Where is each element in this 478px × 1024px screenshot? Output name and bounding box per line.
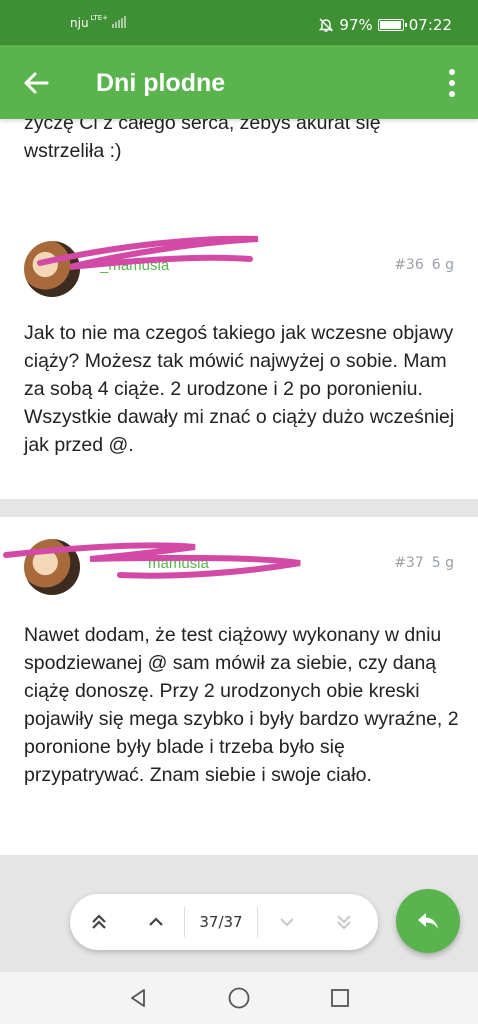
network-type: LTE+ bbox=[90, 14, 109, 22]
nav-recents-button[interactable] bbox=[326, 984, 354, 1012]
post-card-37: mamusia #37 5 g Nawet dodam, że test ciąż… bbox=[0, 517, 478, 855]
page-indicator[interactable]: 37/37 bbox=[185, 913, 257, 931]
carrier-info: nju LTE+ bbox=[70, 14, 127, 30]
post-list[interactable]: życzę Ci z całego serca, żebyś akurat si… bbox=[0, 119, 478, 972]
status-bar: nju LTE+ 97% 07:22 bbox=[0, 0, 478, 45]
status-indicators: 97% 07:22 bbox=[318, 16, 452, 34]
post-meta: #36 6 g bbox=[394, 257, 454, 273]
carrier-name: nju bbox=[70, 16, 89, 30]
post-author[interactable]: _mamusia bbox=[100, 257, 169, 274]
post-age: 5 g bbox=[431, 555, 454, 571]
post-text: Jak to nie ma czegoś takiego jak wczesne… bbox=[24, 322, 455, 456]
post-text: Nawet dodam, że test ciążowy wykonany w … bbox=[24, 624, 459, 786]
battery-icon bbox=[377, 19, 407, 31]
post-author[interactable]: mamusia bbox=[148, 555, 209, 572]
reply-button[interactable] bbox=[396, 889, 460, 953]
avatar[interactable] bbox=[24, 539, 80, 595]
more-vertical-icon bbox=[449, 69, 455, 75]
post-number: #36 bbox=[394, 257, 424, 273]
post-age: 6 g bbox=[431, 257, 454, 273]
clock: 07:22 bbox=[408, 16, 452, 34]
bell-off-icon bbox=[319, 18, 334, 32]
double-chevron-up-icon bbox=[91, 914, 106, 929]
signal-icon bbox=[112, 16, 127, 28]
last-page-button[interactable] bbox=[315, 894, 372, 950]
avatar[interactable] bbox=[24, 241, 80, 297]
reply-icon bbox=[418, 913, 438, 929]
post-text: życzę Ci z całego serca, żebyś akurat si… bbox=[24, 119, 381, 162]
post-meta: #37 5 g bbox=[394, 555, 454, 571]
next-page-button[interactable] bbox=[258, 894, 315, 950]
page-navigator: 37/37 bbox=[70, 894, 378, 950]
back-button[interactable] bbox=[18, 65, 54, 101]
nav-home-button[interactable] bbox=[225, 984, 253, 1012]
system-nav-bar bbox=[0, 972, 478, 1024]
home-circle-icon bbox=[228, 987, 250, 1009]
first-page-button[interactable] bbox=[70, 894, 127, 950]
page-title: Dni plodne bbox=[96, 69, 226, 97]
post-number: #37 bbox=[394, 555, 424, 571]
double-chevron-down-icon bbox=[336, 915, 351, 930]
recents-square-icon bbox=[331, 989, 349, 1007]
chevron-down-icon bbox=[279, 918, 294, 927]
arrow-left-icon bbox=[24, 72, 49, 94]
previous-page-button[interactable] bbox=[127, 894, 184, 950]
app-bar: Dni plodne bbox=[0, 45, 478, 119]
chevron-up-icon bbox=[148, 917, 163, 926]
more-options-button[interactable] bbox=[446, 67, 458, 99]
back-triangle-icon bbox=[131, 989, 145, 1007]
post-card-36: _mamusia #36 6 g Jak to nie ma czegoś tak… bbox=[0, 215, 478, 499]
nav-back-button[interactable] bbox=[124, 984, 152, 1012]
battery-percent: 97% bbox=[339, 16, 373, 34]
